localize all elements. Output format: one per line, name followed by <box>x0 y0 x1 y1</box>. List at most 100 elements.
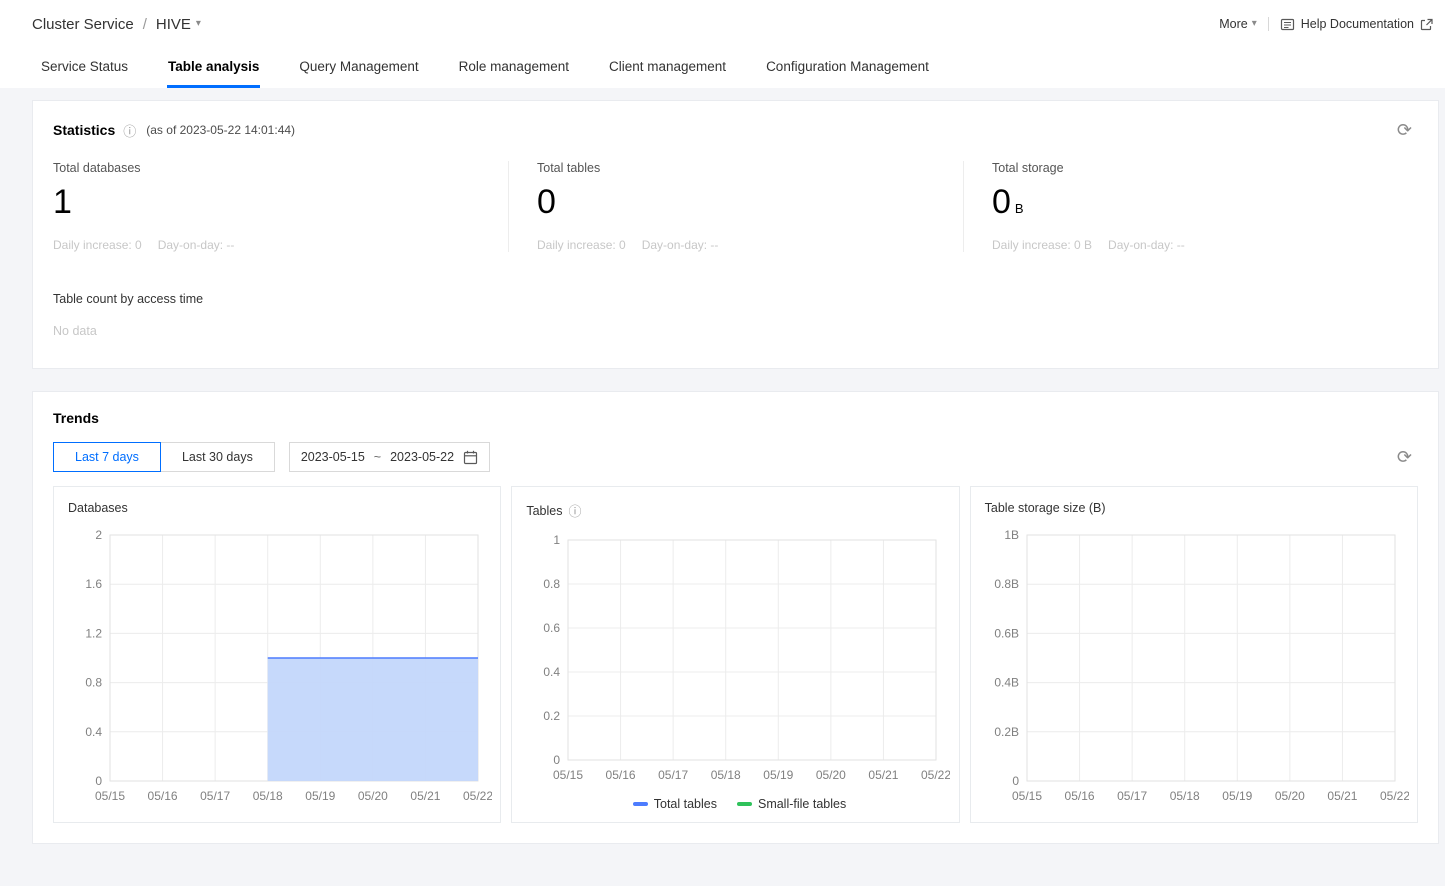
topbar: Cluster Service / HIVE ▾ More ▾ Help Doc <box>0 0 1445 48</box>
svg-text:0: 0 <box>95 774 102 788</box>
info-icon[interactable]: ⓘ <box>123 121 136 140</box>
tab-bar: Service Status Table analysis Query Mana… <box>0 48 1445 88</box>
svg-text:05/17: 05/17 <box>200 789 230 803</box>
tab-label: Client management <box>609 59 726 74</box>
metric-label: Total databases <box>53 161 508 175</box>
chevron-down-icon: ▾ <box>1252 19 1257 29</box>
more-label: More <box>1219 17 1247 31</box>
tab-service-status[interactable]: Service Status <box>40 48 129 88</box>
svg-text:1B: 1B <box>1004 528 1019 542</box>
svg-text:05/19: 05/19 <box>1222 789 1252 803</box>
statistics-card: Statistics ⓘ (as of 2023-05-22 14:01:44)… <box>32 100 1439 369</box>
svg-text:05/16: 05/16 <box>606 768 636 782</box>
quick-range-group: Last 7 days Last 30 days <box>53 442 275 472</box>
help-documentation-label: Help Documentation <box>1301 17 1414 31</box>
legend-small-file-tables[interactable]: Small-file tables <box>737 797 846 811</box>
access-time-label: Table count by access time <box>53 292 1418 306</box>
svg-text:0.6B: 0.6B <box>994 626 1019 640</box>
day-on-day: Day-on-day: -- <box>158 238 235 252</box>
metric-total-storage: Total storage 0B Daily increase: 0 B Day… <box>963 161 1418 252</box>
chevron-down-icon: ▾ <box>196 19 201 29</box>
chart-title: Databases <box>68 501 494 515</box>
breadcrumb-cluster-service[interactable]: Cluster Service <box>32 16 134 33</box>
svg-text:05/18: 05/18 <box>1169 789 1199 803</box>
chart-title: Tables ⓘ <box>526 501 952 520</box>
help-documentation-link[interactable]: Help Documentation <box>1280 17 1433 32</box>
svg-text:05/16: 05/16 <box>1064 789 1094 803</box>
tab-table-analysis[interactable]: Table analysis <box>167 48 260 88</box>
svg-text:0.4: 0.4 <box>85 725 102 739</box>
breadcrumb-service-selector[interactable]: HIVE ▾ <box>156 16 201 33</box>
svg-text:05/16: 05/16 <box>148 789 178 803</box>
metric-value: 0B <box>992 183 1418 222</box>
legend-swatch-blue <box>633 802 648 806</box>
svg-text:0.6: 0.6 <box>544 621 561 635</box>
metric-total-databases: Total databases 1 Daily increase: 0 Day-… <box>53 161 508 252</box>
legend-total-tables[interactable]: Total tables <box>633 797 717 811</box>
daily-increase: Daily increase: 0 <box>537 238 626 252</box>
svg-text:05/21: 05/21 <box>1327 789 1357 803</box>
metric-detail: Daily increase: 0 B Day-on-day: -- <box>992 238 1418 252</box>
metric-value: 0 <box>537 183 963 222</box>
last-30-days-button[interactable]: Last 30 days <box>160 442 275 472</box>
metric-unit: B <box>1015 201 1024 216</box>
tab-query-management[interactable]: Query Management <box>298 48 419 88</box>
content: Statistics ⓘ (as of 2023-05-22 14:01:44)… <box>0 88 1445 886</box>
svg-text:0.2B: 0.2B <box>994 725 1019 739</box>
chart-panels: Databases 00.40.81.21.6205/1505/1605/170… <box>53 486 1418 823</box>
refresh-statistics-button[interactable]: ⟳ <box>1391 119 1418 141</box>
svg-text:2: 2 <box>95 528 102 542</box>
svg-text:05/19: 05/19 <box>305 789 335 803</box>
svg-text:05/20: 05/20 <box>816 768 846 782</box>
tab-label: Query Management <box>299 59 418 74</box>
storage-chart-panel: Table storage size (B) 00.2B0.4B0.6B0.8B… <box>970 486 1418 823</box>
day-on-day: Day-on-day: -- <box>1108 238 1185 252</box>
metric-detail: Daily increase: 0 Day-on-day: -- <box>53 238 508 252</box>
calendar-icon <box>463 450 478 465</box>
statistics-title: Statistics <box>53 122 115 138</box>
tab-role-management[interactable]: Role management <box>458 48 570 88</box>
tab-label: Service Status <box>41 59 128 74</box>
svg-text:05/15: 05/15 <box>1012 789 1042 803</box>
page: Cluster Service / HIVE ▾ More ▾ Help Doc <box>0 0 1445 886</box>
trends-header: Trends <box>53 410 1418 426</box>
metric-detail: Daily increase: 0 Day-on-day: -- <box>537 238 963 252</box>
tab-client-management[interactable]: Client management <box>608 48 727 88</box>
tab-label: Role management <box>459 59 569 74</box>
info-icon[interactable]: ⓘ <box>568 501 581 520</box>
daily-increase: Daily increase: 0 B <box>992 238 1092 252</box>
svg-text:05/17: 05/17 <box>658 768 688 782</box>
refresh-trends-button[interactable]: ⟳ <box>1391 446 1418 468</box>
svg-text:05/19: 05/19 <box>764 768 794 782</box>
tab-configuration-management[interactable]: Configuration Management <box>765 48 930 88</box>
top-actions: More ▾ Help Documentation <box>1219 17 1433 32</box>
breadcrumb: Cluster Service / HIVE ▾ <box>32 16 201 33</box>
databases-chart-panel: Databases 00.40.81.21.6205/1505/1605/170… <box>53 486 501 823</box>
legend-label: Total tables <box>654 797 717 811</box>
svg-text:05/15: 05/15 <box>553 768 583 782</box>
metric-number: 1 <box>53 183 72 221</box>
chart-title-label: Tables <box>526 504 562 518</box>
no-data-text: No data <box>53 324 1418 338</box>
trends-title: Trends <box>53 410 99 426</box>
more-menu-button[interactable]: More ▾ <box>1219 17 1257 31</box>
svg-text:05/17: 05/17 <box>1117 789 1147 803</box>
table-count-by-access-time: Table count by access time No data <box>53 292 1418 338</box>
date-end: 2023-05-22 <box>390 450 454 464</box>
svg-text:0.2: 0.2 <box>544 709 561 723</box>
last-7-days-button[interactable]: Last 7 days <box>53 442 161 472</box>
svg-text:05/22: 05/22 <box>1380 789 1409 803</box>
svg-text:0.8: 0.8 <box>85 676 102 690</box>
date-range-separator: ~ <box>374 450 381 464</box>
svg-text:1.2: 1.2 <box>85 626 102 640</box>
statistics-header: Statistics ⓘ (as of 2023-05-22 14:01:44)… <box>53 119 1418 141</box>
chart-title-label: Table storage size (B) <box>985 501 1106 515</box>
date-start: 2023-05-15 <box>301 450 365 464</box>
svg-text:05/21: 05/21 <box>869 768 899 782</box>
svg-text:05/15: 05/15 <box>95 789 125 803</box>
chart-title: Table storage size (B) <box>985 501 1411 515</box>
svg-text:05/21: 05/21 <box>410 789 440 803</box>
svg-text:05/18: 05/18 <box>253 789 283 803</box>
metric-label: Total tables <box>537 161 963 175</box>
date-range-picker[interactable]: 2023-05-15 ~ 2023-05-22 <box>289 442 490 472</box>
